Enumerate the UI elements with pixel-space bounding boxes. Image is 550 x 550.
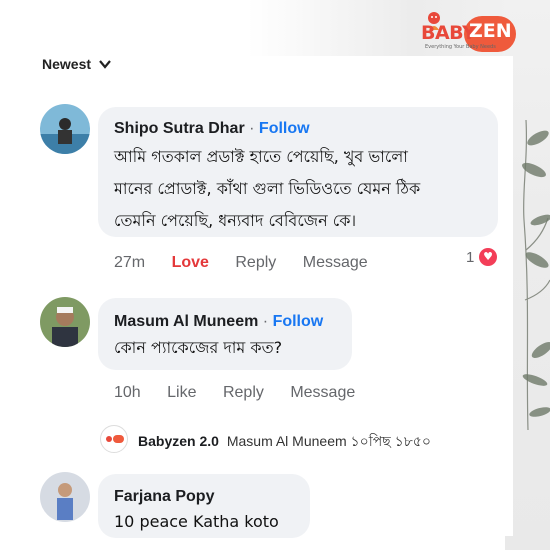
comment-author[interactable]: Shipo Sutra Dhar · Follow	[114, 120, 310, 138]
comment-author[interactable]: Masum Al Muneem · Follow	[114, 313, 323, 331]
brand-right: ZEN	[469, 20, 512, 42]
timestamp[interactable]: 27m	[114, 254, 145, 271]
comment-actions: 27m Love Reply Message	[114, 254, 390, 272]
reply-text: Masum Al Muneem ১০পিছ ১৮৫০	[226, 433, 431, 449]
babyzen-avatar-icon	[106, 435, 124, 443]
reply-button[interactable]: Reply	[223, 384, 264, 401]
author-name[interactable]: Farjana Popy	[114, 488, 214, 505]
follow-button[interactable]: Follow	[259, 120, 310, 137]
reaction-count[interactable]: 1	[466, 249, 474, 266]
message-button[interactable]: Message	[303, 254, 368, 271]
comment-text: 10 peace Katha koto	[114, 506, 279, 538]
comment-text: আমি গতকাল প্রডাক্ট হাতে পেয়েছি, খুব ভাল…	[114, 141, 420, 237]
separator: ·	[249, 120, 255, 137]
message-button[interactable]: Message	[290, 384, 355, 401]
avatar-photo	[40, 104, 90, 154]
comment-text: কোন প্যাকেজের দাম কত?	[114, 332, 282, 364]
brand-left: BABY	[421, 22, 476, 44]
separator: ·	[262, 313, 269, 330]
brand-tagline: Everything Your Baby Needs	[425, 44, 496, 50]
comment-actions: 10h Like Reply Message	[114, 384, 377, 402]
heart-icon[interactable]: ♥	[479, 248, 497, 266]
page-avatar[interactable]	[100, 425, 128, 453]
sort-label: Newest	[42, 56, 92, 72]
comment-line: আমি গতকাল প্রডাক্ট হাতে পেয়েছি, খুব ভাল…	[114, 147, 408, 166]
avatar[interactable]	[40, 104, 90, 154]
comment-author[interactable]: Farjana Popy	[114, 488, 214, 506]
chevron-down-icon	[99, 60, 111, 69]
comment-line: কোন প্যাকেজের দাম কত?	[114, 338, 283, 357]
comment-line: 10 peace Katha koto	[114, 512, 279, 531]
avatar[interactable]	[40, 472, 90, 522]
follow-button[interactable]: Follow	[273, 313, 324, 330]
author-name[interactable]: Shipo Sutra Dhar	[114, 120, 245, 137]
author-name[interactable]: Masum Al Muneem	[114, 313, 258, 330]
avatar-photo	[40, 297, 90, 347]
reply-preview[interactable]: Babyzen 2.0 Masum Al Muneem ১০পিছ ১৮৫০	[138, 430, 431, 454]
love-button[interactable]: Love	[172, 254, 209, 271]
sort-dropdown[interactable]: Newest	[42, 56, 111, 72]
avatar-photo	[40, 472, 90, 522]
avatar[interactable]	[40, 297, 90, 347]
timestamp[interactable]: 10h	[114, 384, 141, 401]
comment-line: মানের প্রোডাক্ট, কাঁথা গুলা ভিডিওতে যেমন…	[114, 179, 421, 198]
reply-button[interactable]: Reply	[235, 254, 276, 271]
like-button[interactable]: Like	[167, 384, 196, 401]
reply-author[interactable]: Babyzen 2.0	[138, 433, 219, 449]
plant-decoration	[522, 119, 550, 430]
babyzen-logo: BABY ZEN Everything Your Baby Needs	[421, 10, 517, 60]
comment-line: তেমনি পেয়েছি, ধন্যবাদ বেবিজেন কে।	[114, 211, 357, 230]
